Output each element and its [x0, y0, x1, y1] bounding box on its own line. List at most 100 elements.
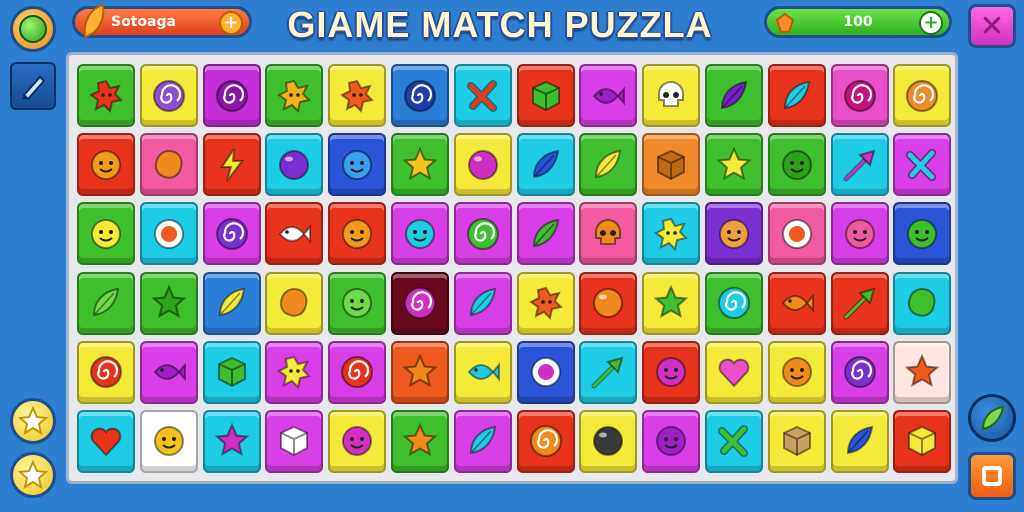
tile-r5-c6[interactable]: [390, 340, 449, 404]
tile-r1-c14[interactable]: [893, 64, 952, 127]
tile-r5-c3[interactable]: [202, 340, 261, 404]
tile-r1-c1[interactable]: [77, 64, 135, 127]
tile-r6-c13[interactable]: [830, 409, 889, 473]
tile-r4-c13[interactable]: [830, 271, 889, 335]
tile-r6-c3[interactable]: [202, 409, 261, 473]
tile-r5-c11[interactable]: [704, 340, 763, 404]
tile-r3-c11[interactable]: [704, 202, 763, 266]
tile-r3-c9[interactable]: [579, 202, 638, 266]
star-icon: [716, 146, 752, 180]
tile-r4-c8[interactable]: [516, 271, 575, 335]
tile-r4-c2[interactable]: [139, 271, 198, 335]
tile-r3-c3[interactable]: [202, 202, 261, 266]
tile-r1-c6[interactable]: [390, 64, 449, 127]
star-button-1[interactable]: [10, 398, 56, 444]
tile-r2-c4[interactable]: [265, 133, 324, 197]
tile-r2-c13[interactable]: [830, 133, 889, 197]
star-button-2[interactable]: [10, 452, 56, 498]
tile-r5-c13[interactable]: [830, 340, 889, 404]
cube-icon: [782, 426, 811, 457]
tile-r1-c3[interactable]: [202, 64, 261, 127]
tile-r2-c5[interactable]: [328, 133, 387, 197]
face-icon: [342, 426, 373, 457]
tile-r3-c8[interactable]: [516, 202, 575, 266]
tile-r4-c6[interactable]: [390, 271, 449, 335]
tile-r2-c6[interactable]: [390, 133, 449, 197]
tile-r6-c2[interactable]: [139, 409, 198, 473]
tile-r1-c2[interactable]: [139, 64, 198, 127]
tile-r1-c12[interactable]: [767, 64, 826, 127]
tile-r2-c10[interactable]: [642, 133, 701, 197]
tile-r1-c10[interactable]: [642, 64, 701, 127]
tile-r2-c7[interactable]: [453, 133, 512, 197]
add-coins-button[interactable]: +: [919, 11, 943, 35]
bolt-icon: [219, 148, 244, 182]
tile-r4-c4[interactable]: [265, 271, 324, 335]
cube-icon: [531, 80, 560, 111]
tile-r2-c8[interactable]: [516, 133, 575, 197]
tile-r6-c4[interactable]: [265, 409, 324, 473]
tile-r6-c8[interactable]: [516, 409, 575, 473]
tile-r2-c2[interactable]: [139, 133, 198, 197]
tile-r1-c5[interactable]: [328, 64, 387, 127]
tile-r2-c1[interactable]: [77, 133, 135, 197]
tile-r6-c10[interactable]: [642, 409, 701, 473]
tile-r2-c3[interactable]: [202, 133, 261, 197]
tile-r5-c8[interactable]: [516, 340, 575, 404]
tile-r4-c7[interactable]: [453, 271, 512, 335]
tile-r4-c9[interactable]: [579, 271, 638, 335]
tile-r5-c2[interactable]: [139, 340, 198, 404]
tile-r4-c5[interactable]: [328, 271, 387, 335]
tile-r5-c12[interactable]: [767, 340, 826, 404]
tile-r6-c9[interactable]: [579, 409, 638, 473]
tile-r6-c6[interactable]: [390, 409, 449, 473]
tile-r4-c10[interactable]: [642, 271, 701, 335]
tile-r1-c11[interactable]: [704, 64, 763, 127]
face-icon: [91, 149, 121, 180]
tile-r6-c11[interactable]: [704, 409, 763, 473]
tile-r3-c1[interactable]: [77, 202, 135, 266]
tile-r2-c11[interactable]: [704, 133, 763, 197]
pen-tool-button[interactable]: [10, 62, 56, 110]
add-score-button[interactable]: +: [219, 11, 243, 35]
tile-r3-c12[interactable]: [767, 202, 826, 266]
tile-r3-c14[interactable]: [893, 202, 952, 266]
tile-r3-c4[interactable]: [265, 202, 324, 266]
tile-r1-c7[interactable]: [453, 64, 512, 127]
hint-button[interactable]: [968, 394, 1016, 442]
tile-r1-c13[interactable]: [830, 64, 889, 127]
tile-r5-c4[interactable]: [265, 340, 324, 404]
tile-r2-c9[interactable]: [579, 133, 638, 197]
tile-r5-c14[interactable]: [893, 340, 952, 404]
tile-r2-c12[interactable]: [767, 133, 826, 197]
tile-r1-c8[interactable]: [516, 64, 575, 127]
tile-r2-c14[interactable]: [893, 133, 952, 197]
tile-r4-c12[interactable]: [767, 271, 826, 335]
tile-r6-c1[interactable]: [77, 409, 135, 473]
stop-button[interactable]: [968, 452, 1016, 500]
tile-r1-c4[interactable]: [265, 64, 324, 127]
tile-r5-c10[interactable]: [642, 340, 701, 404]
tile-r4-c14[interactable]: [893, 271, 952, 335]
tile-r3-c10[interactable]: [642, 202, 701, 266]
face-icon: [342, 149, 373, 180]
tile-r3-c5[interactable]: [328, 202, 387, 266]
tile-r3-c2[interactable]: [139, 202, 198, 266]
tile-r3-c7[interactable]: [453, 202, 512, 266]
tile-r5-c7[interactable]: [453, 340, 512, 404]
tile-r4-c3[interactable]: [202, 271, 261, 335]
tile-r4-c11[interactable]: [704, 271, 763, 335]
tile-r4-c1[interactable]: [77, 271, 135, 335]
tile-r6-c12[interactable]: [767, 409, 826, 473]
tile-r5-c9[interactable]: [579, 340, 638, 404]
tile-r6-c14[interactable]: [893, 409, 952, 473]
close-button[interactable]: ✕: [968, 4, 1016, 48]
tile-r5-c5[interactable]: [328, 340, 387, 404]
menu-orb-button[interactable]: [10, 6, 56, 52]
tile-r3-c13[interactable]: [830, 202, 889, 266]
tile-r5-c1[interactable]: [77, 340, 135, 404]
tile-r1-c9[interactable]: [579, 64, 638, 127]
tile-r6-c7[interactable]: [453, 409, 512, 473]
tile-r6-c5[interactable]: [328, 409, 387, 473]
tile-r3-c6[interactable]: [390, 202, 449, 266]
